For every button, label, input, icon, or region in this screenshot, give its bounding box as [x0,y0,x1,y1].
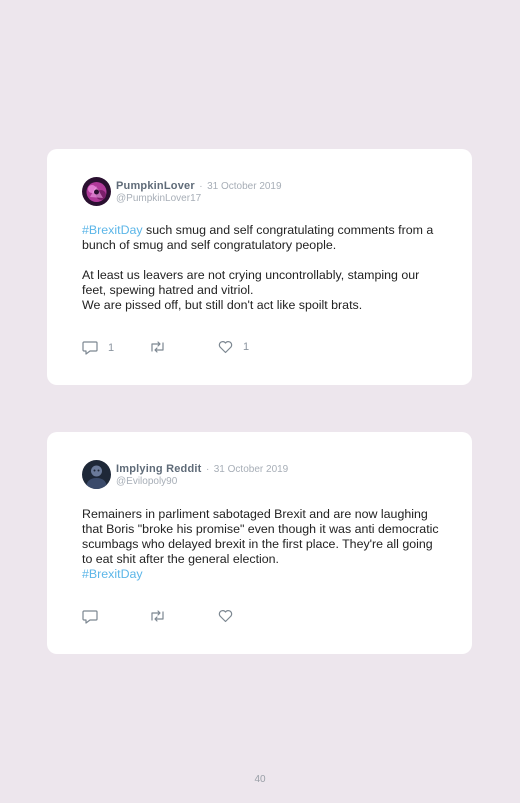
retweet-icon [151,341,164,353]
reply-button[interactable]: 1 [82,340,114,355]
tweet-text: #BrexitDay such smug and self congratula… [82,223,442,313]
like-count: 1 [243,341,250,353]
avatar[interactable] [82,177,111,206]
display-name[interactable]: Implying Reddit [116,463,202,475]
hashtag-link[interactable]: #BrexitDay [82,223,143,237]
tweet-date[interactable]: 31 October 2019 [214,464,289,475]
page-number: 40 [254,774,266,785]
heart-icon [218,341,233,354]
retweet-icon [151,610,164,622]
retweet-button[interactable] [149,340,166,354]
tweet-header: Implying Reddit · 31 October 2019 @Evilo… [116,462,288,488]
user-handle[interactable]: @PumpkinLover17 [116,193,282,205]
tweet-card: Implying Reddit · 31 October 2019 @Evilo… [47,432,472,654]
separator: · [199,181,203,192]
like-button[interactable] [218,609,233,623]
heart-icon [218,610,233,623]
tweet-actions [82,609,282,625]
separator: · [205,464,210,475]
tweet-paragraph: We are pissed off, but still don't act l… [82,298,363,312]
tweet-actions: 1 1 [82,340,282,356]
reply-icon [82,341,98,355]
display-name[interactable]: PumpkinLover [116,180,195,192]
like-button[interactable]: 1 [218,340,249,354]
tweet-paragraph: At least us leavers are not crying uncon… [82,268,420,297]
reply-icon [82,610,98,624]
tweet-card: PumpkinLover · 31 October 2019 @PumpkinL… [47,149,472,385]
tweet-text: Remainers in parliment sabotaged Brexit … [82,507,442,582]
user-handle[interactable]: @Evilopoly90 [116,476,288,488]
reply-button[interactable] [82,609,98,624]
avatar[interactable] [82,460,111,489]
hashtag-link[interactable]: #BrexitDay [82,567,143,581]
tweet-date[interactable]: 31 October 2019 [207,181,282,192]
tweet-header: PumpkinLover · 31 October 2019 @PumpkinL… [116,179,282,205]
person-avatar-icon [82,460,111,489]
retweet-button[interactable] [149,609,166,623]
reply-count: 1 [108,341,115,354]
tweet-paragraph: Remainers in parliment sabotaged Brexit … [82,507,439,566]
pumpkin-avatar-icon [82,177,111,206]
